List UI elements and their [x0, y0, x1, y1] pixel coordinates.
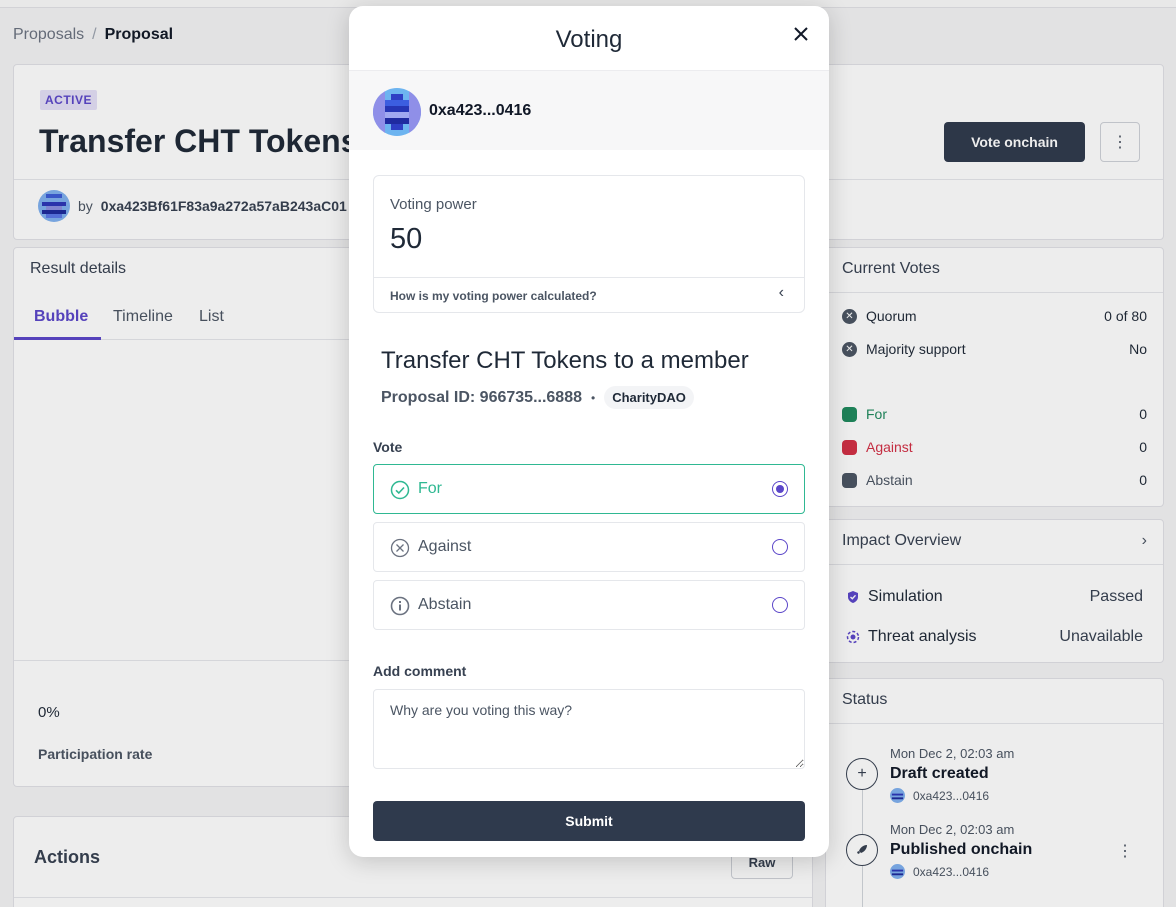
bullet-separator: •	[591, 390, 596, 405]
info-circle-icon	[390, 596, 410, 616]
avatar	[373, 88, 421, 136]
voter-address: 0xa423...0416	[429, 102, 532, 119]
comment-label: Add comment	[373, 663, 467, 679]
proposal-title: Transfer CHT Tokens to a member	[381, 347, 749, 374]
radio-button[interactable]	[772, 597, 788, 613]
radio-button[interactable]	[772, 539, 788, 555]
voting-power-card: Voting power 50 How is my voting power c…	[373, 175, 805, 313]
vote-option-for[interactable]: For	[373, 464, 805, 514]
voting-power-value: 50	[390, 223, 423, 255]
voting-modal: Voting 0xa423...0416 Voting power 50 How…	[349, 6, 829, 857]
radio-button[interactable]	[772, 481, 788, 497]
dao-chip: CharityDAO	[604, 386, 694, 409]
voting-power-help[interactable]: How is my voting power calculated?	[390, 289, 597, 303]
x-circle-icon	[390, 538, 410, 558]
vote-option-label: Against	[418, 538, 472, 555]
close-icon[interactable]	[787, 20, 815, 48]
vote-option-against[interactable]: Against	[373, 522, 805, 572]
chevron-left-icon[interactable]: ‹	[779, 284, 784, 302]
proposal-meta: Proposal ID: 966735...6888 • CharityDAO	[381, 386, 694, 409]
modal-title: Voting	[555, 26, 623, 53]
check-circle-icon	[390, 480, 410, 500]
vote-option-abstain[interactable]: Abstain	[373, 580, 805, 630]
proposal-id: Proposal ID: 966735...6888	[381, 388, 582, 406]
vote-option-label: For	[418, 480, 442, 497]
vote-option-label: Abstain	[418, 596, 472, 613]
submit-button[interactable]: Submit	[373, 801, 805, 841]
vote-label: Vote	[373, 439, 403, 455]
comment-textarea[interactable]	[373, 689, 805, 769]
voter-row: 0xa423...0416	[349, 70, 829, 150]
voting-power-label: Voting power	[390, 196, 477, 213]
divider	[374, 277, 804, 278]
